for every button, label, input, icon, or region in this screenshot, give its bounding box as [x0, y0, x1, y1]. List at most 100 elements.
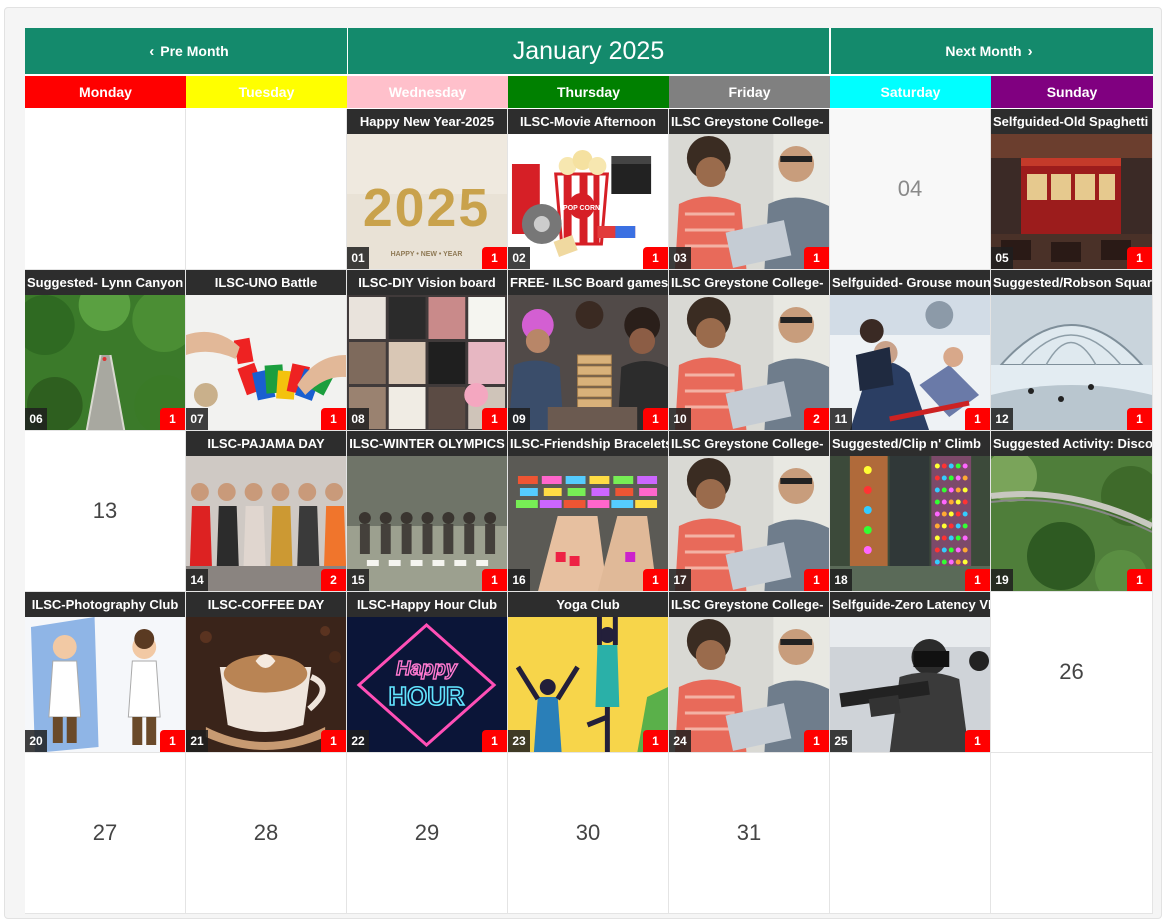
- next-month-button[interactable]: Next Month ›: [831, 28, 1153, 74]
- event-title[interactable]: ILSC-UNO Battle: [186, 270, 346, 295]
- event-count-badge[interactable]: 1: [965, 730, 990, 752]
- event-title[interactable]: ILSC-Friendship Bracelets: [508, 431, 668, 456]
- weekday-sunday: Sunday: [991, 76, 1153, 108]
- event-count-badge[interactable]: 1: [643, 569, 668, 591]
- day-cell-26[interactable]: 26: [991, 592, 1153, 753]
- event-count-badge[interactable]: 2: [321, 569, 346, 591]
- event-count-badge[interactable]: 1: [482, 730, 507, 752]
- day-cell-29[interactable]: 29: [347, 753, 508, 914]
- day-number-badge: 03: [669, 247, 691, 269]
- day-cell-13[interactable]: 13: [25, 431, 186, 592]
- day-number-badge: 06: [25, 408, 47, 430]
- event-cell-25[interactable]: Selfguide-Zero Latency VR 25 1: [830, 592, 991, 753]
- event-count-badge[interactable]: 2: [804, 408, 829, 430]
- event-title[interactable]: Suggested- Lynn Canyon: [25, 270, 185, 295]
- event-cell-22[interactable]: ILSC-Happy Hour Club Happy HOUR 22 1: [347, 592, 508, 753]
- event-count-badge[interactable]: 1: [1127, 247, 1152, 269]
- day-number: 29: [414, 820, 440, 845]
- event-count-badge[interactable]: 1: [804, 569, 829, 591]
- event-cell-09[interactable]: FREE- ILSC Board games 09 1: [508, 270, 669, 431]
- day-number-badge: 22: [347, 730, 369, 752]
- event-count-badge[interactable]: 1: [160, 408, 185, 430]
- calendar-header: ‹ Pre Month January 2025 Next Month ›: [25, 28, 1153, 74]
- event-count-badge[interactable]: 1: [965, 408, 990, 430]
- day-cell-31[interactable]: 31: [669, 753, 830, 914]
- svg-text:Happy: Happy: [396, 658, 458, 680]
- event-count-badge[interactable]: 1: [160, 730, 185, 752]
- event-cell-19[interactable]: Suggested Activity: Discover 19 1: [991, 431, 1153, 592]
- svg-text:HOUR: HOUR: [388, 683, 464, 711]
- event-cell-05[interactable]: Selfguided-Old Spaghetti 05 1: [991, 109, 1153, 270]
- event-cell-07[interactable]: ILSC-UNO Battle 07 1: [186, 270, 347, 431]
- event-title[interactable]: ILSC Greystone College-: [669, 431, 829, 456]
- event-title[interactable]: ILSC-Movie Afternoon: [508, 109, 668, 134]
- day-number-badge: 23: [508, 730, 530, 752]
- event-title[interactable]: ILSC-PAJAMA DAY: [186, 431, 346, 456]
- event-title[interactable]: Suggested Activity: Discover: [991, 431, 1152, 456]
- day-cell-04[interactable]: 04: [830, 109, 991, 270]
- event-cell-01[interactable]: Happy New Year-2025 2025 HAPPY • NEW • YEA…: [347, 109, 508, 270]
- event-title[interactable]: ILSC-Photography Club: [25, 592, 185, 617]
- event-count-badge[interactable]: 1: [1127, 408, 1152, 430]
- event-count-badge[interactable]: 1: [1127, 569, 1152, 591]
- event-cell-21[interactable]: ILSC-COFFEE DAY 21 1: [186, 592, 347, 753]
- event-title[interactable]: Suggested/Clip n' Climb: [830, 431, 990, 456]
- event-title[interactable]: Selfguided- Grouse mountain: [830, 270, 990, 295]
- prev-month-label: Pre Month: [160, 43, 229, 59]
- event-cell-20[interactable]: ILSC-Photography Club 20 1: [25, 592, 186, 753]
- weekday-saturday: Saturday: [830, 76, 991, 108]
- event-title[interactable]: Selfguide-Zero Latency VR: [830, 592, 990, 617]
- event-count-badge[interactable]: 1: [643, 730, 668, 752]
- day-cell-27[interactable]: 27: [25, 753, 186, 914]
- event-cell-12[interactable]: Suggested/Robson Square 12 1: [991, 270, 1153, 431]
- event-count-badge[interactable]: 1: [482, 247, 507, 269]
- event-cell-02[interactable]: ILSC-Movie Afternoon POP CORN 02 1: [508, 109, 669, 270]
- day-number: 13: [92, 498, 118, 523]
- event-cell-23[interactable]: Yoga Club 23 1: [508, 592, 669, 753]
- event-title[interactable]: FREE- ILSC Board games: [508, 270, 668, 295]
- event-cell-06[interactable]: Suggested- Lynn Canyon 06 1: [25, 270, 186, 431]
- event-count-badge[interactable]: 1: [804, 247, 829, 269]
- day-number-badge: 21: [186, 730, 208, 752]
- event-count-badge[interactable]: 1: [965, 569, 990, 591]
- event-title[interactable]: Suggested/Robson Square: [991, 270, 1152, 295]
- event-count-badge[interactable]: 1: [321, 408, 346, 430]
- event-cell-08[interactable]: ILSC-DIY Vision board 08 1: [347, 270, 508, 431]
- day-number-badge: 10: [669, 408, 691, 430]
- event-title[interactable]: ILSC Greystone College-: [669, 592, 829, 617]
- day-number-badge: 14: [186, 569, 208, 591]
- event-cell-03[interactable]: ILSC Greystone College- 03 1: [669, 109, 830, 270]
- event-title[interactable]: ILSC-Happy Hour Club: [347, 592, 507, 617]
- event-count-badge[interactable]: 1: [482, 408, 507, 430]
- event-cell-24[interactable]: ILSC Greystone College- 24 1: [669, 592, 830, 753]
- chevron-right-icon: ›: [1027, 42, 1033, 60]
- event-cell-15[interactable]: ILSC-WINTER OLYMPICS 15 1: [347, 431, 508, 592]
- event-title[interactable]: ILSC Greystone College-: [669, 270, 829, 295]
- day-cell-28[interactable]: 28: [186, 753, 347, 914]
- event-title[interactable]: Selfguided-Old Spaghetti: [991, 109, 1152, 134]
- event-count-badge[interactable]: 1: [321, 730, 346, 752]
- event-cell-16[interactable]: ILSC-Friendship Bracelets 16 1: [508, 431, 669, 592]
- event-count-badge[interactable]: 1: [643, 408, 668, 430]
- day-number-badge: 05: [991, 247, 1013, 269]
- day-number-badge: 20: [25, 730, 47, 752]
- calendar-grid: Happy New Year-2025 2025 HAPPY • NEW • YEA…: [25, 109, 1153, 914]
- event-title[interactable]: ILSC Greystone College-: [669, 109, 829, 134]
- day-cell-30[interactable]: 30: [508, 753, 669, 914]
- event-title[interactable]: ILSC-DIY Vision board: [347, 270, 507, 295]
- event-count-badge[interactable]: 1: [643, 247, 668, 269]
- event-cell-18[interactable]: Suggested/Clip n' Climb 18 1: [830, 431, 991, 592]
- prev-month-button[interactable]: ‹ Pre Month: [25, 28, 347, 74]
- event-cell-17[interactable]: ILSC Greystone College- 17 1: [669, 431, 830, 592]
- event-cell-11[interactable]: Selfguided- Grouse mountain111: [830, 270, 991, 431]
- event-count-badge[interactable]: 1: [482, 569, 507, 591]
- event-cell-14[interactable]: ILSC-PAJAMA DAY 14 2: [186, 431, 347, 592]
- event-title[interactable]: Happy New Year-2025: [347, 109, 507, 134]
- weekday-thursday: Thursday: [508, 76, 669, 108]
- event-title[interactable]: Yoga Club: [508, 592, 668, 617]
- event-title[interactable]: ILSC-WINTER OLYMPICS: [347, 431, 507, 456]
- event-count-badge[interactable]: 1: [804, 730, 829, 752]
- weekday-friday: Friday: [669, 76, 830, 108]
- event-title[interactable]: ILSC-COFFEE DAY: [186, 592, 346, 617]
- event-cell-10[interactable]: ILSC Greystone College- 10 2: [669, 270, 830, 431]
